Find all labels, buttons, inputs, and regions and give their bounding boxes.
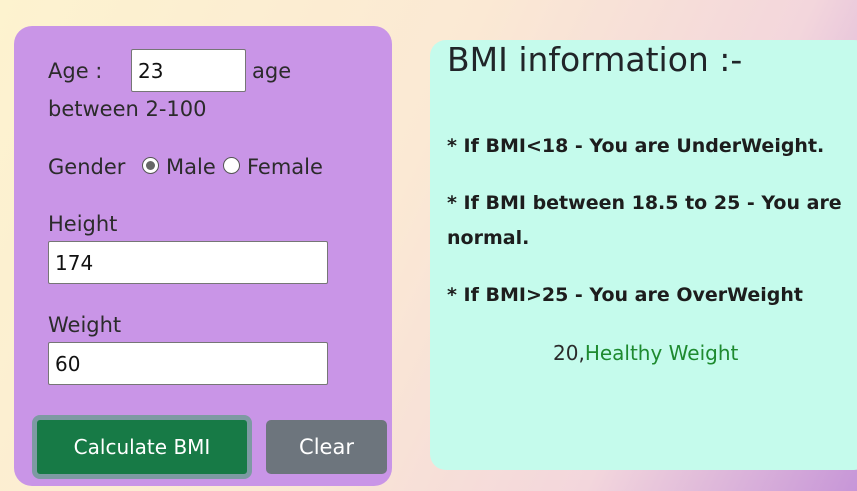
height-label: Height [48, 212, 118, 236]
clear-button[interactable]: Clear [266, 420, 387, 474]
calculate-bmi-button[interactable]: Calculate BMI [32, 415, 252, 479]
gender-male-label: Male [166, 155, 216, 179]
gender-female-label: Female [247, 155, 323, 179]
gender-male-radio[interactable] [142, 157, 159, 174]
bmi-result: 20,Healthy Weight [553, 341, 738, 365]
bmi-result-value: 20, [553, 341, 585, 365]
rule-overweight: * If BMI>25 - You are OverWeight [447, 284, 804, 306]
age-hint-text: age [252, 59, 292, 83]
weight-input[interactable] [48, 342, 328, 385]
bmi-result-category: Healthy Weight [584, 341, 739, 365]
height-input[interactable] [48, 241, 328, 284]
age-input[interactable] [131, 49, 246, 92]
rule-normal: * If BMI between 18.5 to 25 - You are no… [447, 192, 842, 249]
info-title: BMI information :- [447, 40, 743, 79]
rule-underweight: * If BMI<18 - You are UnderWeight. [447, 135, 825, 157]
gender-female-radio[interactable] [223, 157, 240, 174]
gender-label: Gender [48, 155, 126, 179]
age-range-hint: between 2-100 [48, 97, 207, 121]
weight-label: Weight [48, 313, 122, 337]
age-label: Age : [48, 59, 103, 83]
